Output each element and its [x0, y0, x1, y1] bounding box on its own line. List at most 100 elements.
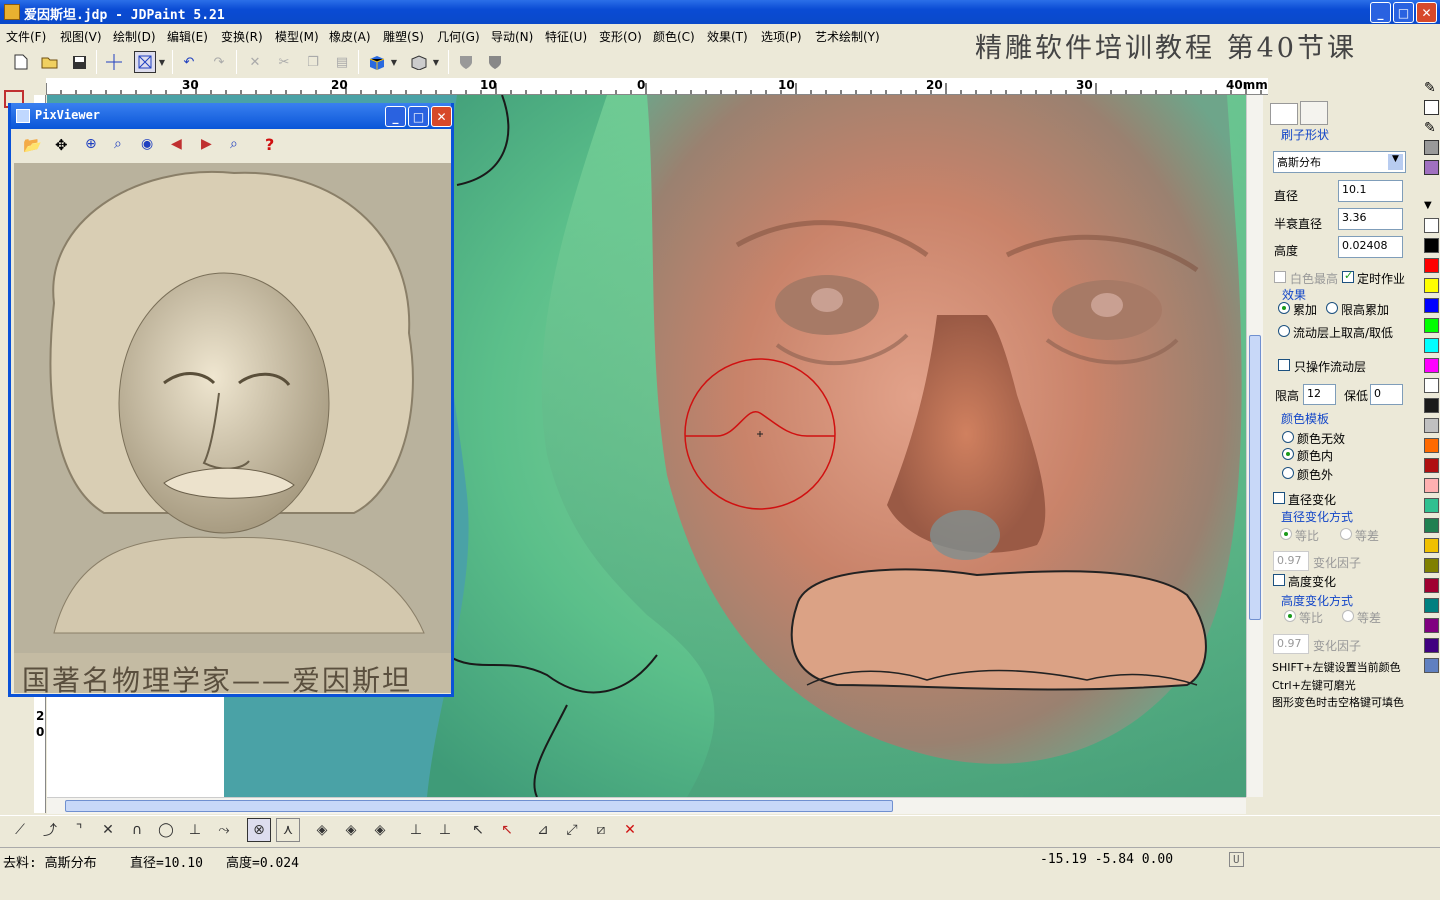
redo-icon[interactable]: ↷ [208, 51, 230, 73]
chevron-down-icon[interactable]: ▼ [1424, 200, 1432, 211]
menu-color[interactable]: 颜色(C) [653, 28, 695, 45]
menu-view[interactable]: 视图(V) [60, 28, 102, 45]
cursor-tool-icon[interactable]: ↖ [466, 818, 490, 842]
color-swatch[interactable] [1424, 438, 1439, 453]
open-folder-icon[interactable]: 📂 [23, 136, 42, 154]
corner-tool-icon[interactable]: ⌝ [67, 818, 91, 842]
crosshair-icon[interactable] [103, 51, 125, 73]
zoom-in-icon[interactable]: ⊕ [85, 136, 97, 152]
color-swatch[interactable] [1424, 358, 1439, 373]
cursor-delete-icon[interactable]: ↖ [495, 818, 519, 842]
color-swatch[interactable] [1424, 398, 1439, 413]
color-swatch[interactable] [1424, 478, 1439, 493]
vertical-scrollbar[interactable] [1246, 95, 1263, 797]
select-window-icon[interactable] [134, 51, 156, 73]
effect-add-radio[interactable] [1278, 302, 1290, 314]
shield-icon[interactable] [455, 51, 477, 73]
line-tool-icon[interactable]: ⟋ [8, 818, 32, 842]
only-flow-layer-checkbox[interactable] [1278, 359, 1290, 371]
zoom-window-icon[interactable]: ⌕ [230, 136, 238, 152]
circle-tool-icon[interactable]: ◯ [154, 818, 178, 842]
menu-geometry[interactable]: 几何(G) [437, 28, 480, 45]
align-tool-icon[interactable]: ⊥ [404, 818, 428, 842]
chevron-down-icon[interactable]: ▼ [1388, 154, 1403, 170]
color-swatch[interactable] [1424, 538, 1439, 553]
transform-tool-icon[interactable]: ⊿ [531, 818, 555, 842]
diameter-factor-input[interactable]: 0.97 [1273, 551, 1309, 571]
diamond-tool-icon[interactable]: ◈ [310, 818, 334, 842]
cut-icon[interactable]: ✂ [273, 51, 295, 73]
open-folder-icon[interactable] [39, 51, 61, 73]
tab-shape-icon[interactable] [1270, 103, 1298, 125]
color-swatch[interactable] [1424, 638, 1439, 653]
arc-tool-icon[interactable]: ∩ [125, 818, 149, 842]
color-swatch[interactable] [1424, 498, 1439, 513]
undo-icon[interactable]: ↶ [178, 51, 200, 73]
delete-icon[interactable]: ✕ [244, 51, 266, 73]
height-input[interactable]: 0.02408 [1338, 236, 1403, 258]
minimize-button[interactable]: _ [1370, 2, 1391, 23]
distribution-select[interactable]: 高斯分布 ▼ [1273, 151, 1406, 173]
menu-guide[interactable]: 导动(N) [491, 28, 533, 45]
paste-icon[interactable]: ▤ [331, 51, 353, 73]
texture-icon[interactable] [1424, 140, 1439, 155]
shield-filled-icon[interactable] [484, 51, 506, 73]
half-decay-input[interactable]: 3.36 [1338, 208, 1403, 230]
color-swatch[interactable] [1424, 318, 1439, 333]
menu-model[interactable]: 模型(M) [275, 28, 319, 45]
help-icon[interactable]: ? [265, 135, 274, 154]
scroll-thumb[interactable] [65, 800, 893, 812]
color-swatch[interactable] [1424, 518, 1439, 533]
pixviewer-minimize-button[interactable]: _ [385, 106, 406, 127]
height-difference-radio[interactable] [1342, 610, 1354, 622]
new-file-icon[interactable] [10, 51, 32, 73]
perpendicular-tool-icon[interactable]: ⊥ [183, 818, 207, 842]
pixviewer-maximize-button[interactable]: □ [408, 106, 429, 127]
app-icon[interactable] [4, 4, 20, 20]
pixviewer-app-icon[interactable] [16, 109, 30, 123]
color-inside-radio[interactable] [1282, 448, 1294, 460]
color-outside-radio[interactable] [1282, 467, 1294, 479]
scroll-thumb[interactable] [1249, 335, 1261, 620]
color-swatch[interactable] [1424, 378, 1439, 393]
previous-icon[interactable]: ◀ [171, 136, 182, 152]
color-swatch[interactable] [1424, 238, 1439, 253]
white-highest-checkbox[interactable] [1274, 271, 1286, 283]
menu-file[interactable]: 文件(F) [6, 28, 46, 45]
menu-options[interactable]: 选项(P) [761, 28, 802, 45]
menu-art-draw[interactable]: 艺术绘制(Y) [815, 28, 880, 45]
copy-icon[interactable]: ❐ [302, 51, 324, 73]
color-swatch[interactable] [1424, 558, 1439, 573]
menu-transform[interactable]: 变换(R) [221, 28, 263, 45]
color-swatch[interactable] [1424, 578, 1439, 593]
menu-edit[interactable]: 编辑(E) [167, 28, 208, 45]
horizontal-scrollbar[interactable] [47, 797, 1246, 814]
diamond-tool-2-icon[interactable]: ◈ [339, 818, 363, 842]
split-tool-icon[interactable]: ⋏ [276, 818, 300, 842]
color-swatch[interactable] [1424, 618, 1439, 633]
render-cube-icon[interactable] [366, 51, 388, 73]
scale-tool-icon[interactable]: ⤢ [560, 818, 584, 842]
node-tool-icon[interactable]: ⊗ [247, 818, 271, 842]
delete-icon[interactable]: ✕ [618, 818, 642, 842]
curve-tool-icon[interactable]: ⤳ [212, 818, 236, 842]
pan-icon[interactable]: ✥ [55, 136, 68, 154]
menu-effect[interactable]: 效果(T) [707, 28, 748, 45]
effect-limit-add-radio[interactable] [1326, 302, 1338, 314]
color-swatch[interactable] [1424, 338, 1439, 353]
color-swatch[interactable] [1424, 598, 1439, 613]
pixviewer-close-button[interactable]: ✕ [431, 106, 452, 127]
menu-feature[interactable]: 特征(U) [545, 28, 587, 45]
brush-icon[interactable]: ✎ [1424, 120, 1436, 136]
color-swatch[interactable] [1424, 418, 1439, 433]
align-tool-2-icon[interactable]: ⊥ [433, 818, 457, 842]
close-button[interactable]: ✕ [1416, 2, 1437, 23]
no-color-icon[interactable] [1424, 100, 1439, 115]
trim-curves-icon[interactable]: ⧄ [589, 818, 613, 842]
color-swatch[interactable] [1424, 160, 1439, 175]
color-swatch[interactable] [1424, 298, 1439, 313]
diameter-difference-radio[interactable] [1340, 528, 1352, 540]
color-none-radio[interactable] [1282, 431, 1294, 443]
timed-operation-checkbox[interactable]: ✓ [1342, 269, 1354, 283]
diameter-ratio-radio[interactable] [1280, 528, 1292, 540]
